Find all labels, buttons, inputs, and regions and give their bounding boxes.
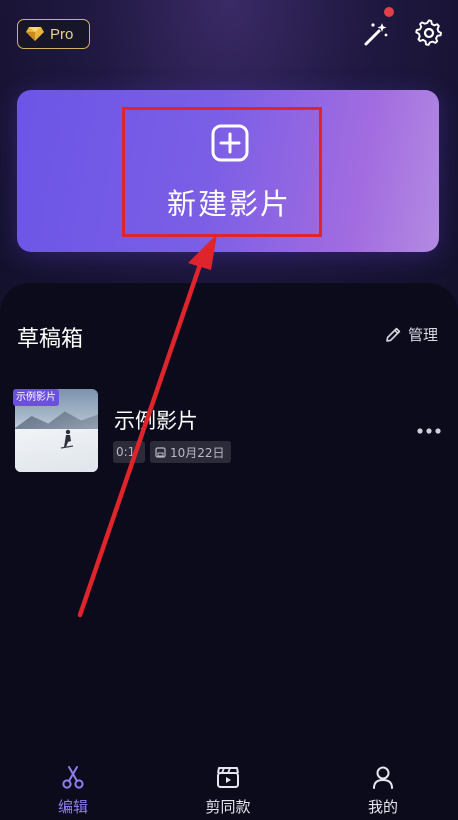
save-icon	[155, 446, 166, 458]
nav-edit[interactable]: 编辑	[28, 764, 118, 817]
drafts-panel	[0, 283, 458, 820]
manage-label: 管理	[408, 326, 439, 344]
nav-templates[interactable]: 剪同款	[183, 764, 273, 817]
highlight-box	[122, 107, 322, 237]
user-icon	[373, 766, 393, 789]
pro-badge-label: Pro	[50, 25, 74, 43]
clapperboard-icon	[217, 767, 239, 788]
pencil-icon	[386, 327, 401, 342]
drafts-title: 草稿箱	[17, 327, 84, 352]
draft-date-tag: 10月22日	[150, 441, 231, 463]
sample-tag: 示例影片	[13, 389, 59, 406]
nav-profile-label: 我的	[367, 798, 398, 816]
draft-duration: 0:1	[113, 441, 145, 463]
magic-wand-icon[interactable]	[362, 20, 390, 48]
nav-templates-label: 剪同款	[205, 798, 251, 816]
manage-button[interactable]: 管理	[384, 324, 438, 345]
nav-profile[interactable]: 我的	[338, 764, 428, 817]
skier-image	[60, 429, 74, 449]
notification-dot	[384, 7, 394, 17]
more-options-icon[interactable]	[416, 426, 442, 436]
pro-badge[interactable]: Pro	[17, 19, 90, 49]
diamond-icon	[26, 27, 44, 41]
gear-icon[interactable]	[415, 19, 443, 47]
draft-name[interactable]: 示例影片	[114, 405, 198, 435]
draft-date: 10月22日	[170, 445, 225, 460]
scissors-icon	[62, 766, 84, 789]
nav-edit-label: 编辑	[57, 798, 88, 816]
